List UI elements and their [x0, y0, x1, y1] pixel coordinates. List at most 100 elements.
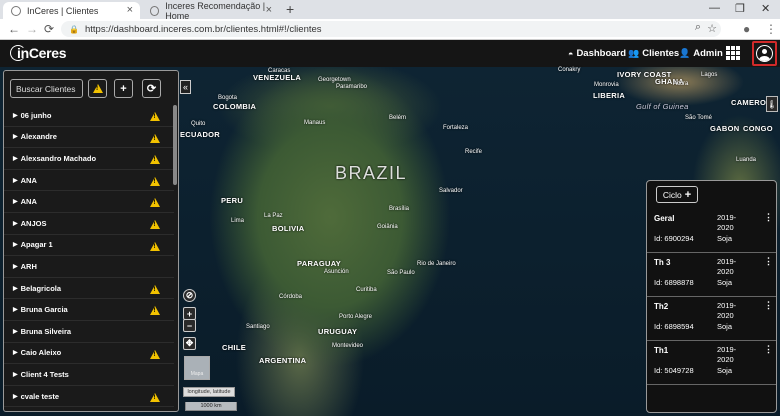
new-tab-icon[interactable]: + — [286, 1, 294, 17]
admin-icon: 👤 — [679, 48, 691, 58]
caret-right-icon: ▶ — [13, 177, 18, 184]
tab-title: InCeres | Clientes — [27, 5, 99, 16]
refresh-icon: ⟳ — [146, 83, 157, 95]
user-account-button[interactable] — [752, 41, 777, 66]
ciclo-card[interactable]: Th1 2019-2020 Id: 5049728 Soja ⋮ — [647, 341, 776, 385]
warning-icon — [92, 84, 103, 93]
double-chevron-left-icon: « — [182, 82, 188, 92]
basemap-switcher[interactable]: Mapa — [184, 356, 210, 380]
client-list-item[interactable]: ▶ Bruna Garcia — [4, 299, 174, 321]
ciclo-card[interactable]: Geral 2019-2020 Id: 6900294 Soja ⋮ — [647, 209, 776, 253]
caret-right-icon: ▶ — [13, 112, 18, 119]
add-client-button[interactable]: + — [114, 79, 133, 98]
map-city: Belém — [389, 115, 407, 121]
caret-right-icon: ▶ — [13, 242, 18, 249]
client-list-item[interactable]: ▶ Alexsandro Machado — [4, 148, 174, 170]
ciclo-menu-kebab-icon[interactable]: ⋮ — [764, 256, 773, 267]
caret-right-icon: ▶ — [13, 155, 18, 162]
tab-inceres-recomendacao[interactable]: Inceres Recomendação | Home × — [142, 0, 279, 21]
bookmark-star-icon[interactable]: ☆ — [707, 22, 717, 35]
add-ciclo-button[interactable]: Ciclo + — [656, 186, 698, 203]
ciclo-name: Geral — [654, 214, 675, 223]
warning-filter-button[interactable] — [88, 79, 107, 98]
map-city: Asunción — [324, 269, 349, 275]
client-list-item[interactable]: ▶ ANA — [4, 170, 174, 192]
map-label-brazil: BRAZIL — [335, 163, 408, 183]
back-icon[interactable]: ← — [8, 22, 20, 36]
inceres-logo[interactable]: inCeres — [10, 45, 67, 61]
ciclo-year: 2019-2020 — [717, 213, 737, 232]
url-text: https://dashboard.inceres.com.br/cliente… — [84, 23, 322, 35]
ciclo-menu-kebab-icon[interactable]: ⋮ — [764, 212, 773, 223]
compass-button[interactable]: ⊘ — [183, 289, 196, 302]
map-label-venezuela: VENEZUELA — [253, 73, 302, 82]
warning-icon — [150, 198, 160, 208]
ciclo-id: Id: 6898594 — [654, 322, 694, 331]
lock-icon: 🔒 — [69, 24, 79, 34]
sidebar-scrollbar[interactable] — [173, 105, 177, 185]
clients-sidebar: + ⟳ ▶06 junho▶Alexandre▶Alexsandro Macha… — [3, 70, 179, 412]
ciclo-year: 2019-2020 — [717, 301, 737, 320]
map-city: Manaus — [304, 120, 326, 126]
profile-icon[interactable]: ● — [743, 22, 750, 36]
nav-clientes[interactable]: 👥 Clientes — [628, 48, 679, 59]
refresh-button[interactable]: ⟳ — [142, 79, 161, 98]
forward-icon[interactable]: → — [26, 22, 38, 36]
map-label-paraguay: PARAGUAY — [297, 259, 342, 268]
search-clients-input[interactable] — [10, 79, 83, 98]
map-city: Bogota — [218, 95, 238, 101]
client-list-item[interactable]: ▶ Belagricola — [4, 278, 174, 300]
client-list-item[interactable]: ▶ ARH — [4, 256, 174, 278]
map-label-chile: CHILE — [222, 343, 246, 352]
nav-admin[interactable]: 👤 Admin — [679, 48, 723, 59]
menu-kebab-icon[interactable]: ⋮ — [765, 22, 777, 36]
plus-icon: + — [120, 82, 127, 95]
pan-button[interactable]: ✥ — [183, 337, 196, 350]
ciclo-card[interactable]: Th2 2019-2020 Id: 6898594 Soja ⋮ — [647, 297, 776, 341]
ciclo-menu-kebab-icon[interactable]: ⋮ — [764, 300, 773, 311]
ciclo-name: Th 3 — [654, 258, 671, 267]
client-name: 06 junho — [20, 110, 52, 120]
nav-dashboard[interactable]: ◓ Dashboard — [568, 48, 626, 59]
tab-title: Inceres Recomendação | Home — [165, 0, 266, 21]
zoom-in-icon: + — [186, 308, 193, 319]
map-city: La Paz — [264, 213, 283, 219]
ciclo-id: Id: 5049728 — [654, 366, 694, 375]
restore-icon[interactable]: ❐ — [735, 2, 745, 15]
logo-text: inCeres — [17, 45, 67, 61]
client-list-item[interactable]: ▶ Bruna Silveira — [4, 321, 174, 343]
client-list-item[interactable]: ▶ Apagar 1 — [4, 235, 174, 257]
map-city: Lima — [231, 218, 245, 224]
apps-grid-icon[interactable] — [726, 46, 740, 60]
ciclo-card[interactable]: Th 3 2019-2020 Id: 6898878 Soja ⋮ — [647, 253, 776, 297]
browser-tab-strip: InCeres | Clientes × Inceres Recomendaçã… — [0, 0, 780, 21]
map-city: Fortaleza — [443, 125, 469, 131]
ciclos-panel: Ciclo + Geral 2019-2020 Id: 6900294 Soja ⋮ Th… — [646, 180, 777, 413]
tab-close-icon[interactable]: × — [127, 4, 133, 16]
client-list-item[interactable]: ▶ 06 junho — [4, 105, 174, 127]
thermometer-button[interactable]: 🌡 — [766, 96, 778, 112]
map-city: Montevideo — [332, 343, 364, 349]
client-list-item[interactable]: ▶ Caio Aleixo — [4, 343, 174, 365]
window-close-icon[interactable]: ✕ — [761, 2, 770, 15]
map-city: Luanda — [736, 157, 757, 163]
client-list-item[interactable]: ▶ Alexandre — [4, 127, 174, 149]
reload-icon[interactable]: ⟳ — [44, 22, 54, 36]
ciclo-menu-kebab-icon[interactable]: ⋮ — [764, 344, 773, 355]
address-bar[interactable]: 🔒 https://dashboard.inceres.com.br/clien… — [61, 21, 721, 37]
map-city: Porto Alegre — [339, 314, 373, 320]
caret-right-icon: ▶ — [13, 199, 18, 206]
collapse-sidebar-button[interactable]: « — [180, 80, 191, 94]
client-list-item[interactable]: ▶ cvale teste — [4, 386, 174, 408]
zoom-out-button[interactable]: − — [183, 319, 196, 332]
warning-icon — [150, 241, 160, 251]
sidebar-toolbar: + ⟳ — [8, 79, 178, 99]
zoom-icon[interactable]: ⌕ — [695, 21, 701, 34]
tab-inceres-clientes[interactable]: InCeres | Clientes × — [3, 2, 140, 19]
minimize-icon[interactable]: — — [709, 2, 720, 14]
map-label-uruguay: URUGUAY — [318, 327, 358, 336]
client-list-item[interactable]: ▶ ANA — [4, 191, 174, 213]
tab-close-icon[interactable]: × — [266, 4, 272, 16]
client-list-item[interactable]: ▶ ANJOS — [4, 213, 174, 235]
client-list-item[interactable]: ▶ Client 4 Tests — [4, 364, 174, 386]
